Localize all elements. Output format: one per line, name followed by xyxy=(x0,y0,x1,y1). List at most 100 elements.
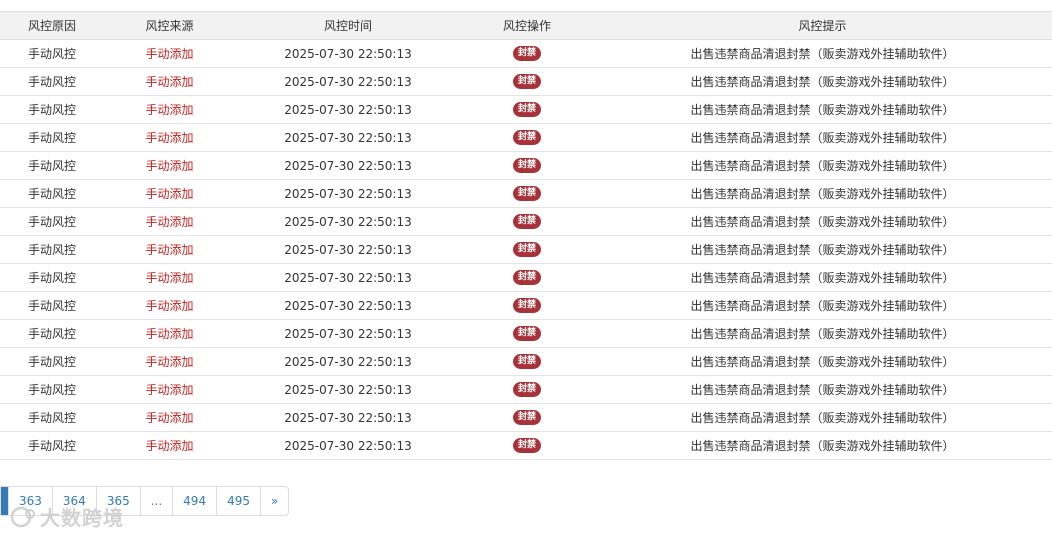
cell-source: 手动添加 xyxy=(104,95,235,124)
pagination: 363 364 365... 494 495» xyxy=(0,486,290,516)
table-row: 手动风控 手动添加 2025-07-30 22:50:13 封禁 出售违禁商品清退封禁（… xyxy=(0,39,1052,68)
cell-source: 手动添加 xyxy=(104,235,235,264)
ban-badge[interactable]: 封禁 xyxy=(512,382,541,397)
cell-reason: 手动风控 xyxy=(0,151,104,180)
ban-badge[interactable]: 封禁 xyxy=(512,270,541,285)
cell-reason: 手动风控 xyxy=(0,375,104,404)
cell-action: 封禁 xyxy=(461,123,593,152)
cell-time: 2025-07-30 22:50:13 xyxy=(235,291,461,320)
cell-hint: 出售违禁商品清退封禁（贩卖游戏外挂辅助软件） xyxy=(593,207,1052,236)
ban-badge[interactable]: 封禁 xyxy=(512,158,541,173)
table-row: 手动风控 手动添加 2025-07-30 22:50:13 封禁 出售违禁商品清退封禁（… xyxy=(0,95,1052,124)
cell-hint: 出售违禁商品清退封禁（贩卖游戏外挂辅助软件） xyxy=(593,95,1052,124)
table-row: 手动风控 手动添加 2025-07-30 22:50:13 封禁 出售违禁商品清退封禁（… xyxy=(0,291,1052,320)
cell-reason: 手动风控 xyxy=(0,431,104,460)
cell-reason: 手动风控 xyxy=(0,67,104,96)
pagination-page-495[interactable]: 495 xyxy=(217,487,261,515)
cell-source: 手动添加 xyxy=(104,151,235,180)
column-header-hint: 风控提示 xyxy=(593,11,1052,40)
ban-badge[interactable]: 封禁 xyxy=(512,46,541,61)
cell-hint: 出售违禁商品清退封禁（贩卖游戏外挂辅助软件） xyxy=(593,67,1052,96)
ban-badge[interactable]: 封禁 xyxy=(512,242,541,257)
pagination-page-365[interactable]: 365 xyxy=(97,487,141,515)
cell-time: 2025-07-30 22:50:13 xyxy=(235,179,461,208)
cell-source: 手动添加 xyxy=(104,347,235,376)
cell-reason: 手动风控 xyxy=(0,95,104,124)
cell-action: 封禁 xyxy=(461,67,593,96)
cell-time: 2025-07-30 22:50:13 xyxy=(235,39,461,68)
ban-badge[interactable]: 封禁 xyxy=(512,354,541,369)
cell-reason: 手动风控 xyxy=(0,179,104,208)
cell-hint: 出售违禁商品清退封禁（贩卖游戏外挂辅助软件） xyxy=(593,347,1052,376)
cell-action: 封禁 xyxy=(461,39,593,68)
cell-hint: 出售违禁商品清退封禁（贩卖游戏外挂辅助软件） xyxy=(593,403,1052,432)
cell-action: 封禁 xyxy=(461,431,593,460)
cell-reason: 手动风控 xyxy=(0,319,104,348)
cell-source: 手动添加 xyxy=(104,179,235,208)
cell-time: 2025-07-30 22:50:13 xyxy=(235,375,461,404)
risk-control-table: 风控原因 风控来源 风控时间 风控操作 风控提示 手动风控 手动添加 2025-07… xyxy=(0,11,1052,460)
cell-action: 封禁 xyxy=(461,151,593,180)
cell-hint: 出售违禁商品清退封禁（贩卖游戏外挂辅助软件） xyxy=(593,319,1052,348)
risk-control-table-container: 风控原因 风控来源 风控时间 风控操作 风控提示 手动风控 手动添加 2025-07… xyxy=(0,11,1052,460)
cell-time: 2025-07-30 22:50:13 xyxy=(235,207,461,236)
ban-badge[interactable]: 封禁 xyxy=(512,74,541,89)
table-row: 手动风控 手动添加 2025-07-30 22:50:13 封禁 出售违禁商品清退封禁（… xyxy=(0,67,1052,96)
ban-badge[interactable]: 封禁 xyxy=(512,326,541,341)
cell-action: 封禁 xyxy=(461,235,593,264)
cell-source: 手动添加 xyxy=(104,39,235,68)
ban-badge[interactable]: 封禁 xyxy=(512,410,541,425)
ban-badge[interactable]: 封禁 xyxy=(512,298,541,313)
cell-hint: 出售违禁商品清退封禁（贩卖游戏外挂辅助软件） xyxy=(593,375,1052,404)
cell-reason: 手动风控 xyxy=(0,39,104,68)
table-row: 手动风控 手动添加 2025-07-30 22:50:13 封禁 出售违禁商品清退封禁（… xyxy=(0,347,1052,376)
column-header-action: 风控操作 xyxy=(461,11,593,40)
cell-time: 2025-07-30 22:50:13 xyxy=(235,151,461,180)
cell-hint: 出售违禁商品清退封禁（贩卖游戏外挂辅助软件） xyxy=(593,431,1052,460)
pagination-page-494[interactable]: 494 xyxy=(173,487,218,515)
cell-hint: 出售违禁商品清退封禁（贩卖游戏外挂辅助软件） xyxy=(593,235,1052,264)
cell-time: 2025-07-30 22:50:13 xyxy=(235,235,461,264)
pagination-next-button[interactable]: » xyxy=(261,487,288,515)
ban-badge[interactable]: 封禁 xyxy=(512,102,541,117)
cell-source: 手动添加 xyxy=(104,375,235,404)
cell-source: 手动添加 xyxy=(104,123,235,152)
ban-badge[interactable]: 封禁 xyxy=(512,214,541,229)
cell-action: 封禁 xyxy=(461,347,593,376)
pagination-ellipsis: ... xyxy=(141,487,174,515)
column-header-reason: 风控原因 xyxy=(0,11,104,40)
cell-source: 手动添加 xyxy=(104,67,235,96)
cell-action: 封禁 xyxy=(461,319,593,348)
cell-reason: 手动风控 xyxy=(0,291,104,320)
table-header-row: 风控原因 风控来源 风控时间 风控操作 风控提示 xyxy=(0,11,1052,40)
pagination-page-364[interactable]: 364 xyxy=(53,487,97,515)
cell-action: 封禁 xyxy=(461,403,593,432)
ban-badge[interactable]: 封禁 xyxy=(512,186,541,201)
cell-source: 手动添加 xyxy=(104,431,235,460)
cell-hint: 出售违禁商品清退封禁（贩卖游戏外挂辅助软件） xyxy=(593,263,1052,292)
pagination-current-page[interactable] xyxy=(1,487,9,515)
table-row: 手动风控 手动添加 2025-07-30 22:50:13 封禁 出售违禁商品清退封禁（… xyxy=(0,235,1052,264)
cell-time: 2025-07-30 22:50:13 xyxy=(235,319,461,348)
cell-action: 封禁 xyxy=(461,207,593,236)
cell-time: 2025-07-30 22:50:13 xyxy=(235,403,461,432)
cell-time: 2025-07-30 22:50:13 xyxy=(235,263,461,292)
table-header: 风控原因 风控来源 风控时间 风控操作 风控提示 xyxy=(0,11,1052,40)
pagination-page-363[interactable]: 363 xyxy=(9,487,53,515)
cell-source: 手动添加 xyxy=(104,403,235,432)
ban-badge[interactable]: 封禁 xyxy=(512,130,541,145)
cell-reason: 手动风控 xyxy=(0,207,104,236)
cell-reason: 手动风控 xyxy=(0,403,104,432)
cell-source: 手动添加 xyxy=(104,263,235,292)
table-row: 手动风控 手动添加 2025-07-30 22:50:13 封禁 出售违禁商品清退封禁（… xyxy=(0,207,1052,236)
cell-time: 2025-07-30 22:50:13 xyxy=(235,347,461,376)
column-header-time: 风控时间 xyxy=(235,11,461,40)
table-row: 手动风控 手动添加 2025-07-30 22:50:13 封禁 出售违禁商品清退封禁（… xyxy=(0,123,1052,152)
cell-reason: 手动风控 xyxy=(0,123,104,152)
cell-reason: 手动风控 xyxy=(0,263,104,292)
table-row: 手动风控 手动添加 2025-07-30 22:50:13 封禁 出售违禁商品清退封禁（… xyxy=(0,179,1052,208)
ban-badge[interactable]: 封禁 xyxy=(512,438,541,453)
column-header-source: 风控来源 xyxy=(104,11,235,40)
cell-hint: 出售违禁商品清退封禁（贩卖游戏外挂辅助软件） xyxy=(593,39,1052,68)
cell-action: 封禁 xyxy=(461,291,593,320)
